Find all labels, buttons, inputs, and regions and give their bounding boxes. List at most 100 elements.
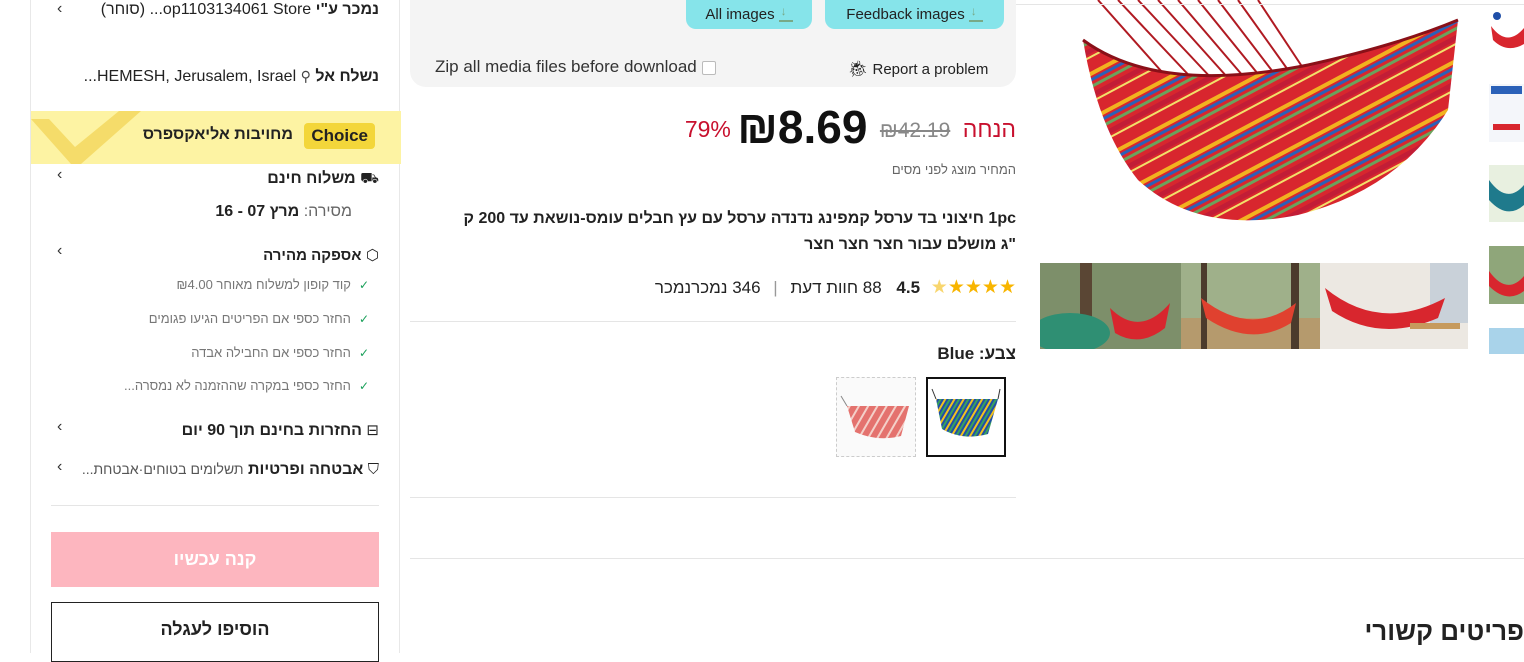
color-value: Blue bbox=[937, 344, 975, 363]
divider bbox=[1016, 4, 1524, 5]
red-hammock-thumbnail bbox=[840, 395, 909, 439]
sold-by-label: נמכר ע"י bbox=[315, 1, 379, 18]
fast-delivery-row[interactable]: ⬡ אספקה מהירה bbox=[263, 246, 379, 265]
color-swatch-blue[interactable] bbox=[926, 377, 1006, 457]
color-label: צבע: bbox=[978, 344, 1016, 363]
star-icon: ★ bbox=[964, 277, 982, 298]
gallery-thumb-patio[interactable] bbox=[1320, 263, 1468, 349]
star-icon: ★ bbox=[981, 277, 999, 298]
divider bbox=[51, 505, 379, 506]
feedback-images-button[interactable]: Feedback images bbox=[825, 0, 1004, 29]
zip-checkbox[interactable] bbox=[701, 60, 716, 75]
free-shipping-row[interactable]: ⛟ משלוח חינם bbox=[267, 170, 379, 189]
blue-hammock-thumbnail bbox=[931, 388, 1001, 437]
chevron-left-icon[interactable]: ‹ bbox=[57, 166, 62, 184]
returns-row[interactable]: ⊟ החזרות בחינם תוך 90 יום bbox=[182, 421, 379, 440]
location-pin-icon: ⚲ bbox=[300, 68, 311, 84]
check-icon: ✓ bbox=[358, 312, 369, 326]
rating-row[interactable]: ★★★★★ 4.5 88 חוות דעת | 346 נמכרנמכר bbox=[655, 276, 1016, 299]
check-icon: ✓ bbox=[358, 346, 369, 360]
add-to-cart-button[interactable]: הוסיפו לעגלה bbox=[51, 602, 379, 662]
check-icon: ✓ bbox=[358, 379, 369, 393]
guarantee-item: ✓החזר כספי במקרה שההזמנה לא נמסרה... bbox=[124, 378, 369, 393]
divider bbox=[410, 321, 1016, 322]
star-icon: ★ bbox=[998, 277, 1016, 298]
related-items-title: פריטים קשורים bbox=[1364, 616, 1524, 646]
security-title: אבטחה ופרטיות bbox=[248, 461, 364, 478]
choice-text: מחויבות אליאקספרס bbox=[142, 126, 293, 143]
sold-count: 346 נמכרנמכר bbox=[654, 278, 761, 297]
vertical-thumb[interactable] bbox=[1489, 8, 1524, 52]
return-box-icon: ⊟ bbox=[366, 422, 379, 439]
old-price: ₪42.19 bbox=[879, 119, 951, 142]
returns-text: החזרות בחינם תוך 90 יום bbox=[181, 422, 362, 439]
report-problem-link[interactable]: 🐞︎ Report a problem bbox=[848, 59, 988, 79]
chevron-left-icon[interactable]: ‹ bbox=[57, 418, 62, 436]
zip-label: Zip all media files before download bbox=[435, 57, 697, 76]
store-name[interactable]: op1103134061 Store... bbox=[150, 1, 312, 18]
reviews-count[interactable]: 88 חוות דעת bbox=[790, 278, 881, 297]
product-title-line: "ג מושלם עבור חצר חצר חצר bbox=[804, 236, 1016, 253]
choice-check-graphic bbox=[31, 111, 141, 164]
guarantee-item: ✓קוד קופון למשלוח מאוחר ₪4.00 bbox=[176, 277, 369, 292]
vertical-thumb[interactable] bbox=[1489, 246, 1524, 304]
color-swatch-red[interactable] bbox=[836, 377, 916, 457]
star-half-icon: ★ bbox=[930, 277, 948, 298]
chevron-left-icon[interactable]: ‹ bbox=[57, 242, 62, 260]
separator: | bbox=[773, 278, 778, 297]
product-info-thumb-image bbox=[1489, 84, 1524, 142]
download-icon bbox=[778, 4, 793, 22]
divider bbox=[410, 558, 1524, 559]
main-product-image[interactable] bbox=[1038, 0, 1470, 250]
truck-icon: ⛟ bbox=[360, 170, 379, 187]
sold-by-row[interactable]: נמכר ע"י op1103134061 Store... (סוחר) bbox=[101, 1, 379, 19]
divider bbox=[410, 497, 1016, 498]
hammock-trees-photo bbox=[1181, 263, 1323, 349]
choice-banner: Choice מחויבות אליאקספרס bbox=[31, 111, 401, 164]
delivery-row: מסירה: מרץ 07 - 16 bbox=[215, 203, 352, 221]
vertical-thumb[interactable] bbox=[1489, 328, 1524, 354]
sky-thumb-image bbox=[1489, 328, 1524, 354]
price-row: 79% הנחה ₪42.19 ₪8.69 bbox=[685, 100, 1016, 154]
vertical-thumb[interactable] bbox=[1489, 84, 1524, 142]
star-rating: ★★★★★ bbox=[926, 277, 1016, 298]
star-icon: ★ bbox=[947, 277, 965, 298]
outdoor-hammock-thumb-image bbox=[1489, 246, 1524, 304]
choice-badge: Choice bbox=[304, 123, 375, 149]
download-icon bbox=[968, 4, 983, 22]
delivery-label: מסירה: bbox=[303, 203, 352, 220]
guarantee-item: ✓החזר כספי אם החבילה אבדה bbox=[191, 345, 369, 360]
shield-icon: ⛉ bbox=[367, 461, 379, 478]
guarantee-item: ✓החזר כספי אם הפריטים הגיעו פגומים bbox=[148, 311, 369, 326]
chevron-left-icon[interactable]: ‹ bbox=[57, 458, 62, 476]
store-suffix: (סוחר) bbox=[100, 1, 146, 18]
delivery-dates: מרץ 07 - 16 bbox=[215, 203, 300, 220]
ship-to-label: נשלח אל bbox=[315, 68, 379, 85]
product-title: 1pc חיצוני בד ערסל קמפינג נדנדה ערסל עם … bbox=[416, 206, 1016, 258]
hammock-main-image bbox=[1082, 0, 1459, 221]
vertical-thumb[interactable] bbox=[1489, 165, 1524, 222]
hammock-forest-photo bbox=[1040, 263, 1185, 349]
fast-delivery: אספקה מהירה bbox=[263, 247, 362, 264]
security-sub: תשלומים בטוחים·אבטחת... bbox=[81, 461, 244, 477]
ship-to-row[interactable]: נשלח אל ⚲ HEMESH, Jerusalem, Israel... bbox=[84, 68, 379, 86]
hammock-thumb-image bbox=[1491, 12, 1524, 49]
zip-option[interactable]: Zip all media files before download bbox=[435, 57, 716, 77]
hammock-patio-photo bbox=[1320, 263, 1468, 349]
box-icon: ⬡ bbox=[365, 247, 379, 264]
purchase-sidebar: ‹ נמכר ע"י op1103134061 Store... (סוחר) … bbox=[30, 0, 401, 662]
security-row[interactable]: ⛉ אבטחה ופרטיות תשלומים בטוחים·אבטחת... bbox=[82, 461, 379, 479]
rating-value: 4.5 bbox=[896, 278, 921, 297]
product-title-line: 1pc חיצוני בד ערסל קמפינג נדנדה ערסל עם … bbox=[463, 210, 1016, 227]
buy-now-button[interactable]: קנה עכשיו bbox=[51, 532, 379, 587]
blue-hammock-thumb-image bbox=[1489, 165, 1524, 222]
bug-icon: 🐞︎ bbox=[848, 61, 869, 78]
color-selector-label: צבע: Blue bbox=[937, 344, 1016, 364]
chevron-left-icon[interactable]: ‹ bbox=[57, 0, 62, 18]
gallery-thumb-trees[interactable] bbox=[1181, 263, 1323, 349]
media-download-panel: All images Feedback images Zip all media… bbox=[410, 0, 1016, 87]
all-images-button[interactable]: All images bbox=[686, 0, 812, 29]
current-price: ₪8.69 bbox=[737, 101, 868, 153]
gallery-thumb-forest[interactable] bbox=[1040, 263, 1185, 349]
free-shipping: משלוח חינם bbox=[267, 170, 356, 187]
